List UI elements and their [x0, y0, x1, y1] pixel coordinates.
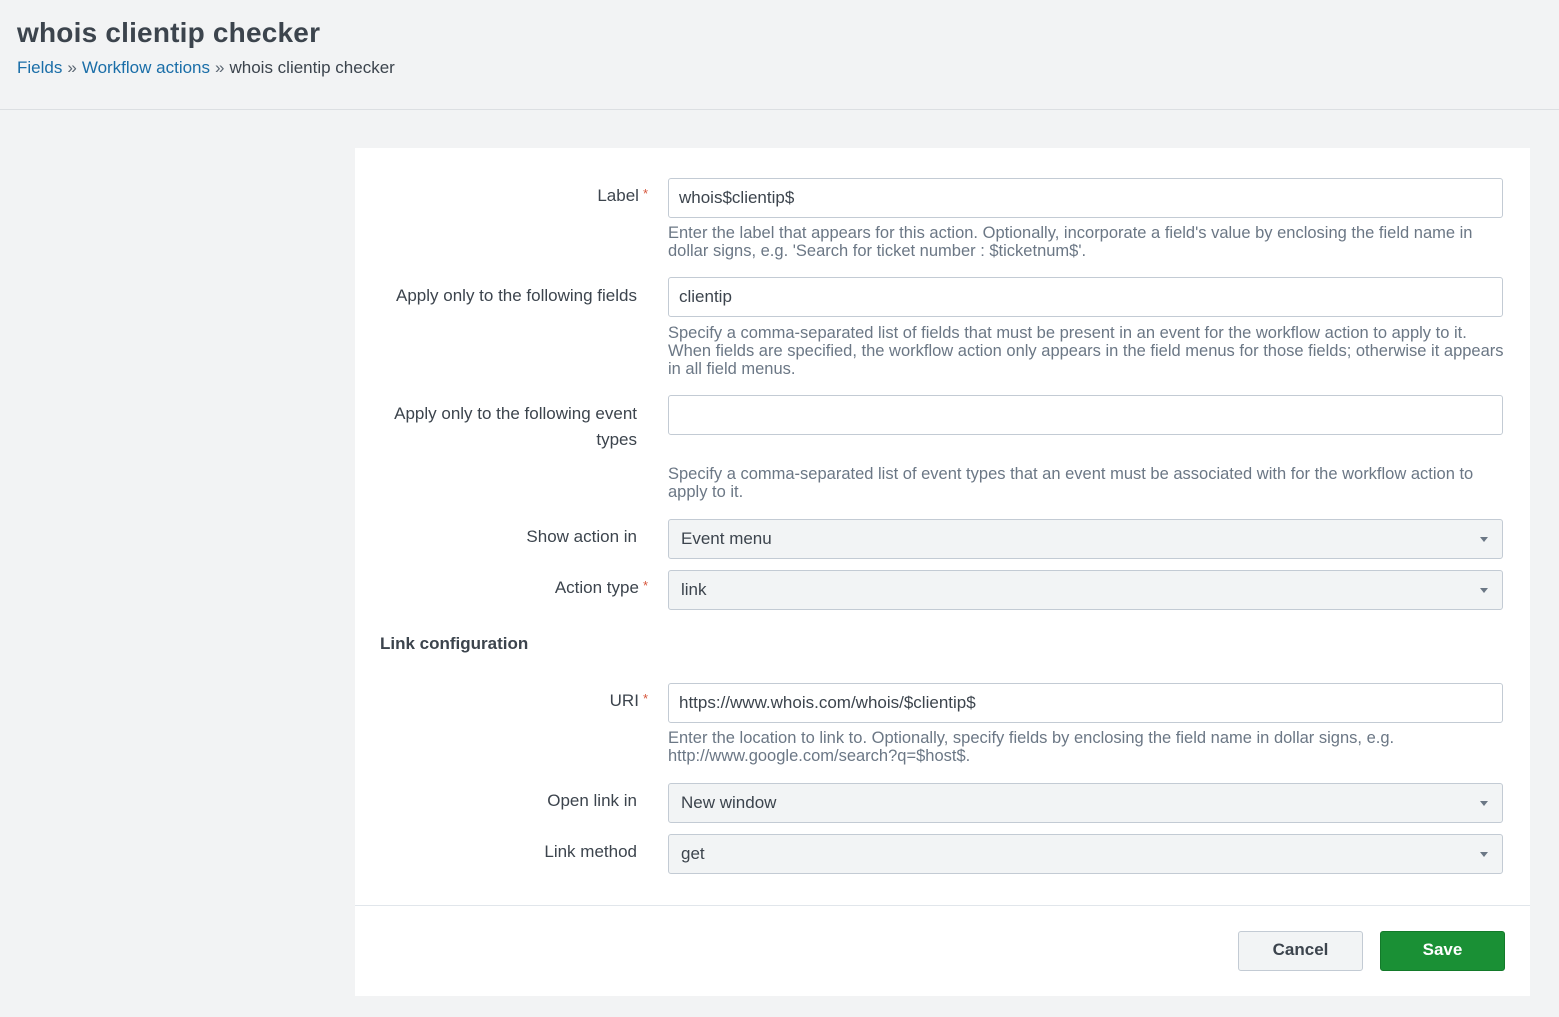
- action-type-select[interactable]: link: [668, 570, 1503, 610]
- action-type-label-text: Action type: [554, 578, 639, 597]
- caret-down-icon: [1480, 852, 1488, 857]
- event-types-label-line1: Apply only to the following event: [394, 404, 637, 423]
- required-marker: *: [642, 186, 648, 201]
- label-help-text: Enter the label that appears for this ac…: [668, 224, 1473, 260]
- required-marker: *: [642, 691, 648, 706]
- event-types-help-text: Specify a comma-separated list of event …: [668, 465, 1474, 501]
- uri-field-label: URI *: [378, 688, 648, 714]
- label-input[interactable]: [668, 178, 1503, 218]
- uri-label-text: URI: [609, 691, 639, 710]
- workflow-action-form: Label* Enter the label that appears for …: [355, 148, 1530, 996]
- fields-help-text: Specify a comma-separated list of fields…: [668, 324, 1504, 378]
- event-types-input[interactable]: [668, 395, 1503, 435]
- label-field-label: Label *: [378, 183, 648, 209]
- event-types-field-label: Apply only to the following event types: [378, 401, 648, 453]
- required-marker: *: [642, 578, 648, 593]
- uri-input[interactable]: [668, 683, 1503, 723]
- breadcrumb-separator: »: [67, 58, 77, 77]
- page-header: whois clientip checker Fields » Workflow a…: [0, 0, 1559, 110]
- page-title: whois clientip checker: [17, 17, 321, 48]
- open-link-in-label: Open link in: [378, 788, 648, 814]
- breadcrumb-link-workflow-actions[interactable]: Workflow actions: [82, 58, 210, 77]
- link-configuration-heading: Link configuration: [380, 634, 529, 653]
- breadcrumb-link-fields[interactable]: Fields: [17, 58, 62, 77]
- event-types-label-line2: types: [596, 430, 637, 449]
- link-method-label-text: Link method: [544, 842, 637, 861]
- show-action-in-value: Event menu: [681, 529, 772, 548]
- breadcrumb-current: whois clientip checker: [229, 58, 395, 77]
- breadcrumb-separator: »: [215, 58, 225, 77]
- action-type-label: Action type *: [378, 575, 648, 601]
- link-method-select[interactable]: get: [668, 834, 1503, 874]
- uri-help-text: Enter the location to link to. Optionall…: [668, 729, 1395, 765]
- breadcrumb: Fields» Workflow actions» whois clientip c…: [17, 58, 395, 78]
- show-action-in-select[interactable]: Event menu: [668, 519, 1503, 559]
- fields-field-label-text: Apply only to the following fields: [396, 286, 637, 305]
- link-method-value: get: [681, 844, 705, 863]
- open-link-in-value: New window: [681, 793, 777, 812]
- open-link-in-select[interactable]: New window: [668, 783, 1503, 823]
- open-link-in-label-text: Open link in: [547, 791, 637, 810]
- caret-down-icon: [1480, 801, 1488, 806]
- show-action-in-label: Show action in: [378, 524, 648, 550]
- save-button[interactable]: Save: [1380, 931, 1505, 971]
- show-action-in-label-text: Show action in: [526, 527, 637, 546]
- cancel-button[interactable]: Cancel: [1238, 931, 1363, 971]
- fields-input[interactable]: [668, 277, 1503, 317]
- caret-down-icon: [1480, 588, 1488, 593]
- caret-down-icon: [1480, 537, 1488, 542]
- link-method-label: Link method: [378, 839, 648, 865]
- fields-field-label: Apply only to the following fields: [378, 283, 648, 309]
- action-type-value: link: [681, 580, 707, 599]
- label-field-label-text: Label: [597, 186, 639, 205]
- footer-divider: [355, 905, 1530, 906]
